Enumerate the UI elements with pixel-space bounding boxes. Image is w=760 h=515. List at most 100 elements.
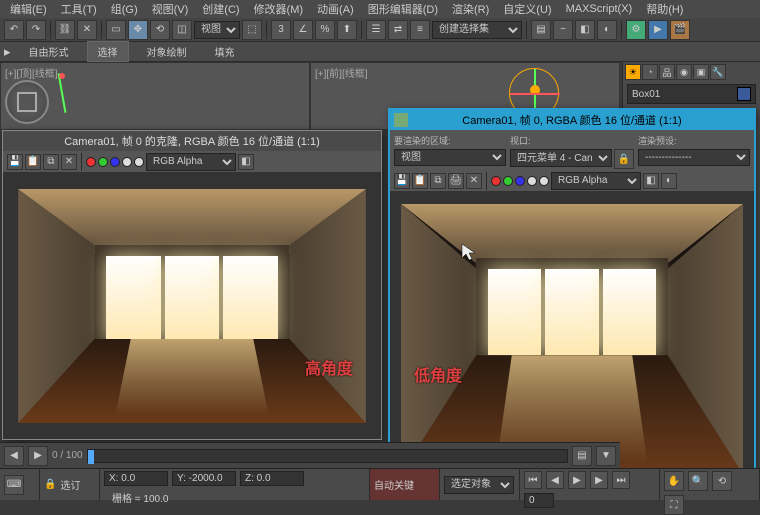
timeline-filter[interactable]: ▼: [596, 446, 616, 466]
rw2-alpha-channel[interactable]: [527, 176, 537, 186]
menu-help[interactable]: 帮助(H): [640, 0, 689, 18]
snap-toggle[interactable]: ⬚: [242, 20, 262, 40]
rw1-overlay[interactable]: ◧: [238, 154, 254, 170]
goto-start[interactable]: ⏮: [524, 471, 542, 489]
undo-button[interactable]: ↶: [4, 20, 24, 40]
angle-snap[interactable]: ∠: [293, 20, 313, 40]
rw2-overlay[interactable]: ◧: [643, 173, 659, 189]
menu-graph[interactable]: 图形编辑器(D): [362, 0, 444, 18]
pan-view[interactable]: ✋: [664, 471, 684, 491]
rw2-mono-channel[interactable]: [539, 176, 549, 186]
prev-frame[interactable]: ◀: [546, 471, 564, 489]
current-frame[interactable]: 0: [524, 493, 554, 508]
redo-button[interactable]: ↷: [26, 20, 46, 40]
utilities-tab[interactable]: 🔧: [710, 64, 726, 80]
menu-render[interactable]: 渲染(R): [446, 0, 495, 18]
viewcube-icon[interactable]: [5, 80, 49, 124]
timeline-track[interactable]: [87, 449, 568, 463]
align-button[interactable]: ≡: [410, 20, 430, 40]
render2-titlebar[interactable]: Camera01, 帧 0, RGBA 颜色 16 位/通道 (1:1): [390, 110, 754, 130]
render-frame[interactable]: ▶: [648, 20, 668, 40]
layer-button[interactable]: ▤: [531, 20, 551, 40]
render-window-clone[interactable]: Camera01, 帧 0 的克隆, RGBA 颜色 16 位/通道 (1:1)…: [2, 130, 382, 440]
select-button[interactable]: ▭: [106, 20, 126, 40]
rw2-green-channel[interactable]: [503, 176, 513, 186]
timeline-marker[interactable]: [88, 450, 94, 464]
rw2-clone[interactable]: ⧉: [430, 173, 446, 189]
rw2-red-channel[interactable]: [491, 176, 501, 186]
mirror-button[interactable]: ⇄: [388, 20, 408, 40]
render2-area-select[interactable]: 视图: [394, 149, 506, 166]
autokey-toggle[interactable]: 自动关键: [374, 477, 414, 492]
menu-tools[interactable]: 工具(T): [55, 0, 103, 18]
menu-view[interactable]: 视图(V): [146, 0, 195, 18]
viewport-top[interactable]: [+][顶][线框]: [0, 62, 310, 130]
rw1-save[interactable]: 💾: [7, 154, 23, 170]
menu-modifiers[interactable]: 修改器(M): [248, 0, 310, 18]
rw2-save[interactable]: 💾: [394, 173, 410, 189]
timeline-next[interactable]: ▶: [28, 446, 48, 466]
object-name-field[interactable]: Box01: [627, 84, 756, 104]
rw2-toggle[interactable]: ◐: [661, 173, 677, 189]
named-sel[interactable]: ☰: [366, 20, 386, 40]
modify-tab[interactable]: ◔: [642, 64, 658, 80]
ribbon-select[interactable]: 选择: [87, 41, 129, 62]
coord-y[interactable]: Y: -2000.0: [172, 471, 236, 486]
selection-set-select[interactable]: 创建选择集: [432, 21, 522, 39]
orbit-view[interactable]: ⟲: [712, 471, 732, 491]
snap-3d[interactable]: 3: [271, 20, 291, 40]
move-button[interactable]: ✥: [128, 20, 148, 40]
menu-animation[interactable]: 动画(A): [311, 0, 360, 18]
menu-edit[interactable]: 编辑(E): [4, 0, 53, 18]
render-production[interactable]: 🎬: [670, 20, 690, 40]
render-window-active[interactable]: Camera01, 帧 0, RGBA 颜色 16 位/通道 (1:1) 要渲染…: [388, 108, 756, 488]
percent-snap[interactable]: %: [315, 20, 335, 40]
hierarchy-tab[interactable]: 品: [659, 64, 675, 80]
zoom-view[interactable]: 🔍: [688, 471, 708, 491]
timeline-open[interactable]: ▤: [572, 446, 592, 466]
ribbon-expand[interactable]: ▸: [4, 44, 11, 60]
render1-titlebar[interactable]: Camera01, 帧 0 的克隆, RGBA 颜色 16 位/通道 (1:1): [3, 131, 381, 151]
maxscript-mini[interactable]: ⌨: [4, 475, 24, 495]
rw1-alpha-channel[interactable]: [122, 157, 132, 167]
rw1-channel-select[interactable]: RGB Alpha: [146, 153, 236, 171]
motion-tab[interactable]: ◉: [676, 64, 692, 80]
coord-z[interactable]: Z: 0.0: [240, 471, 304, 486]
rw2-print[interactable]: 🖨: [448, 173, 464, 189]
rw1-mono-channel[interactable]: [134, 157, 144, 167]
key-filter-select[interactable]: 选定对象: [444, 476, 514, 494]
render2-viewport-select[interactable]: 四元菜单 4 - Can: [510, 149, 612, 167]
coord-select[interactable]: 视图: [194, 21, 240, 39]
object-color-swatch[interactable]: [737, 87, 751, 101]
menu-group[interactable]: 组(G): [105, 0, 144, 18]
material-button[interactable]: ◐: [597, 20, 617, 40]
create-tab[interactable]: ☀: [625, 64, 641, 80]
curve-editor[interactable]: ~: [553, 20, 573, 40]
max-view[interactable]: ⛶: [664, 495, 684, 515]
link-button[interactable]: ⛓: [55, 20, 75, 40]
rw2-clear[interactable]: ✕: [466, 173, 482, 189]
render2-preset-select[interactable]: --------------: [638, 149, 750, 166]
render2-lock-icon[interactable]: 🔒: [614, 149, 634, 169]
schematic-button[interactable]: ◧: [575, 20, 595, 40]
ribbon-freeform[interactable]: 自由形式: [19, 42, 79, 61]
timeline-prev[interactable]: ◀: [4, 446, 24, 466]
display-tab[interactable]: ▣: [693, 64, 709, 80]
ribbon-populate[interactable]: 填充: [205, 42, 245, 61]
rw1-clear[interactable]: ✕: [61, 154, 77, 170]
render-setup[interactable]: ⚙: [626, 20, 646, 40]
menu-create[interactable]: 创建(C): [196, 0, 245, 18]
rw1-copy[interactable]: 📋: [25, 154, 41, 170]
play-button[interactable]: ▶: [568, 471, 586, 489]
rw1-blue-channel[interactable]: [110, 157, 120, 167]
unlink-button[interactable]: ✕: [77, 20, 97, 40]
rotate-button[interactable]: ⟲: [150, 20, 170, 40]
rw2-blue-channel[interactable]: [515, 176, 525, 186]
spinner-snap[interactable]: ⬆: [337, 20, 357, 40]
rw2-channel-select[interactable]: RGB Alpha: [551, 172, 641, 190]
rw1-clone[interactable]: ⧉: [43, 154, 59, 170]
menu-customize[interactable]: 自定义(U): [497, 0, 557, 18]
coord-x[interactable]: X: 0.0: [104, 471, 168, 486]
scale-button[interactable]: ◫: [172, 20, 192, 40]
rw2-copy[interactable]: 📋: [412, 173, 428, 189]
